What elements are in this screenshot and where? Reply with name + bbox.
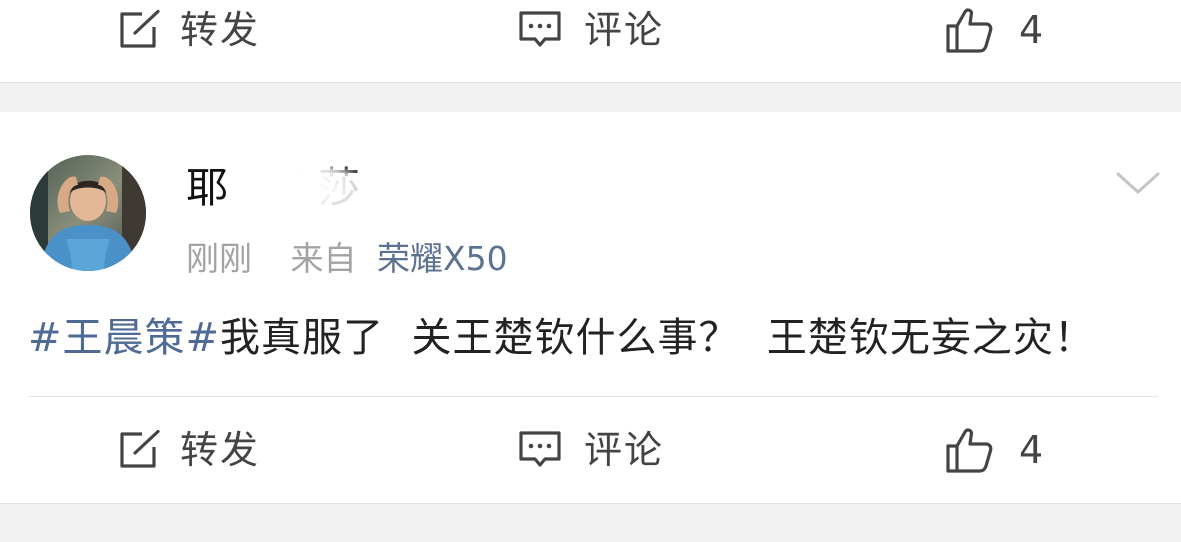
- repost-icon: [120, 430, 160, 468]
- post-meta: 刚刚 来自 荣耀X50: [186, 236, 508, 282]
- repost-label: 转发: [180, 8, 261, 52]
- like-count: 4: [1019, 8, 1046, 52]
- avatar[interactable]: [30, 155, 146, 271]
- like-icon: [946, 8, 993, 53]
- avatar-image: [30, 155, 146, 271]
- comment-button[interactable]: 评论: [518, 422, 664, 478]
- source-prefix: 来自: [290, 239, 357, 278]
- like-count: 4: [1019, 428, 1046, 472]
- like-button[interactable]: 4: [945, 2, 1045, 58]
- like-icon: [946, 428, 993, 473]
- hashtag-link[interactable]: #王晨策#: [28, 315, 220, 361]
- content-divider: [28, 396, 1158, 397]
- repost-icon: [120, 10, 160, 48]
- card-separator: [0, 503, 1181, 504]
- repost-button[interactable]: 转发: [118, 2, 260, 58]
- username[interactable]: 耶 小豆 莎: [186, 160, 366, 216]
- username-redaction-blur: [230, 162, 366, 216]
- previous-post-action-bar: 转发 评论 4: [0, 0, 1181, 82]
- chevron-down-icon[interactable]: [1114, 166, 1162, 200]
- comment-icon: [519, 431, 561, 467]
- post-content: #王晨策#我真服了 关王楚钦什么事？ 王楚钦无妄之灾！: [28, 310, 1095, 366]
- comment-label: 评论: [584, 428, 665, 472]
- device-link[interactable]: 荣耀X50: [377, 239, 508, 278]
- card-separator: [0, 82, 1181, 83]
- comment-label: 评论: [584, 8, 665, 52]
- like-button[interactable]: 4: [945, 422, 1045, 478]
- post-card: 耶 小豆 莎 刚刚 来自 荣耀X50 #王晨策#我真服了 关王楚钦什么事？ 王楚…: [0, 112, 1181, 503]
- post-text: 我真服了 关王楚钦什么事？ 王楚钦无妄之灾！: [220, 315, 1095, 361]
- repost-label: 转发: [180, 428, 261, 472]
- repost-button[interactable]: 转发: [118, 422, 260, 478]
- comment-button[interactable]: 评论: [518, 2, 664, 58]
- comment-icon: [519, 11, 561, 47]
- username-start: 耶: [186, 163, 231, 212]
- post-time: 刚刚: [186, 239, 252, 278]
